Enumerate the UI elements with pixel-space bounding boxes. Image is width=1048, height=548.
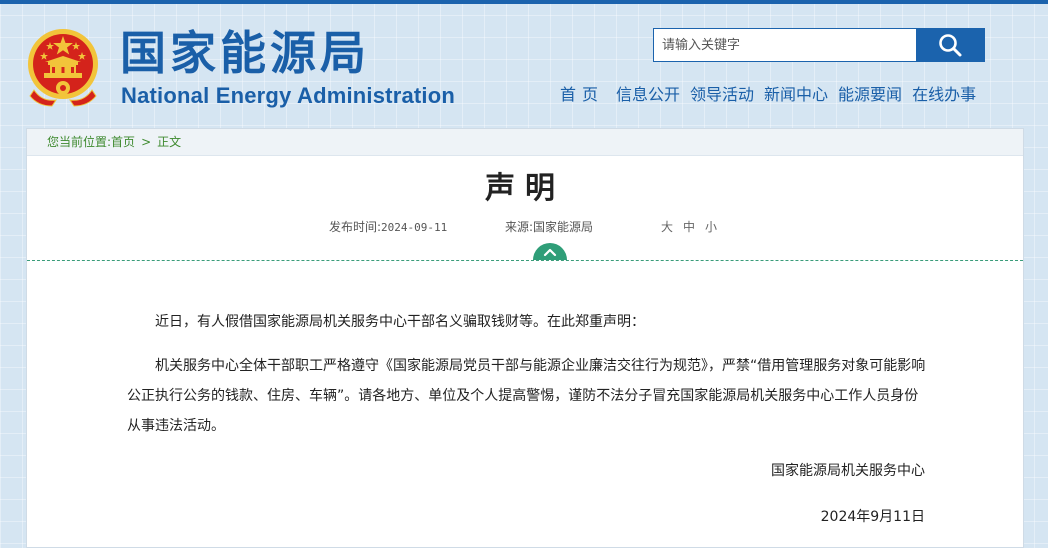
publish-label: 发布时间: — [329, 220, 382, 234]
site-logo-chinese[interactable]: 国家能源局 — [120, 24, 370, 82]
breadcrumb-label: 您当前位置: — [47, 135, 112, 149]
source-value: 国家能源局 — [533, 220, 594, 234]
site-logo-english[interactable]: National Energy Administration — [121, 83, 455, 109]
article-card: 您当前位置:首页 > 正文 声明 发布时间:2024-09-11 来源:国家能源局 … — [26, 128, 1024, 548]
article-sign-date: 2024年9月11日 — [820, 509, 925, 525]
search-button[interactable] — [916, 29, 984, 61]
nav-item-energy-news[interactable]: 能源要闻 — [838, 82, 902, 108]
font-size-switcher: 大中小 — [661, 217, 727, 237]
search-box — [653, 28, 985, 62]
title-divider — [27, 260, 1023, 261]
breadcrumb: 您当前位置:首页 > 正文 — [27, 129, 1023, 156]
article-title: 声明 — [485, 171, 565, 206]
search-input[interactable] — [654, 29, 916, 61]
nav-item-info-disclosure[interactable]: 信息公开 — [616, 82, 680, 108]
breadcrumb-separator: > — [141, 135, 152, 149]
nav-item-home[interactable]: 首页 — [556, 82, 616, 108]
national-emblem-icon — [28, 29, 98, 107]
nav-item-online-services[interactable]: 在线办事 — [912, 82, 976, 108]
article-source: 来源:国家能源局 — [505, 217, 593, 237]
publish-time: 发布时间:2024-09-11 — [329, 217, 447, 238]
article-signature: 国家能源局机关服务中心 — [771, 463, 925, 479]
nav-item-leadership[interactable]: 领导活动 — [690, 82, 754, 108]
font-size-small[interactable]: 小 — [705, 220, 717, 234]
article-paragraph: 机关服务中心全体干部职工严格遵守《国家能源局党员干部与能源企业廉洁交往行为规范》… — [127, 358, 926, 434]
source-label: 来源: — [505, 220, 534, 234]
font-size-medium[interactable]: 中 — [683, 220, 695, 234]
nav-item-news-center[interactable]: 新闻中心 — [764, 82, 828, 108]
publish-date: 2024-09-11 — [381, 221, 448, 234]
article-paragraph: 近日，有人假借国家能源局机关服务中心干部名义骗取钱财等。在此郑重声明： — [155, 314, 645, 330]
collapse-toggle[interactable] — [533, 243, 567, 260]
main-nav: 首页 信息公开 领导活动 新闻中心 能源要闻 在线办事 — [556, 82, 976, 108]
article-meta: 发布时间:2024-09-11 来源:国家能源局 大中小 — [27, 217, 1023, 237]
font-size-large[interactable]: 大 — [661, 220, 673, 234]
search-icon — [939, 34, 962, 57]
site-header: 国家能源局 National Energy Administration 首页 … — [0, 4, 1048, 128]
chevron-up-icon — [543, 248, 557, 257]
breadcrumb-home-link[interactable]: 首页 — [111, 135, 135, 149]
breadcrumb-current: 正文 — [157, 135, 182, 149]
article-body: 近日，有人假借国家能源局机关服务中心干部名义骗取钱财等。在此郑重声明： 机关服务… — [127, 307, 927, 455]
